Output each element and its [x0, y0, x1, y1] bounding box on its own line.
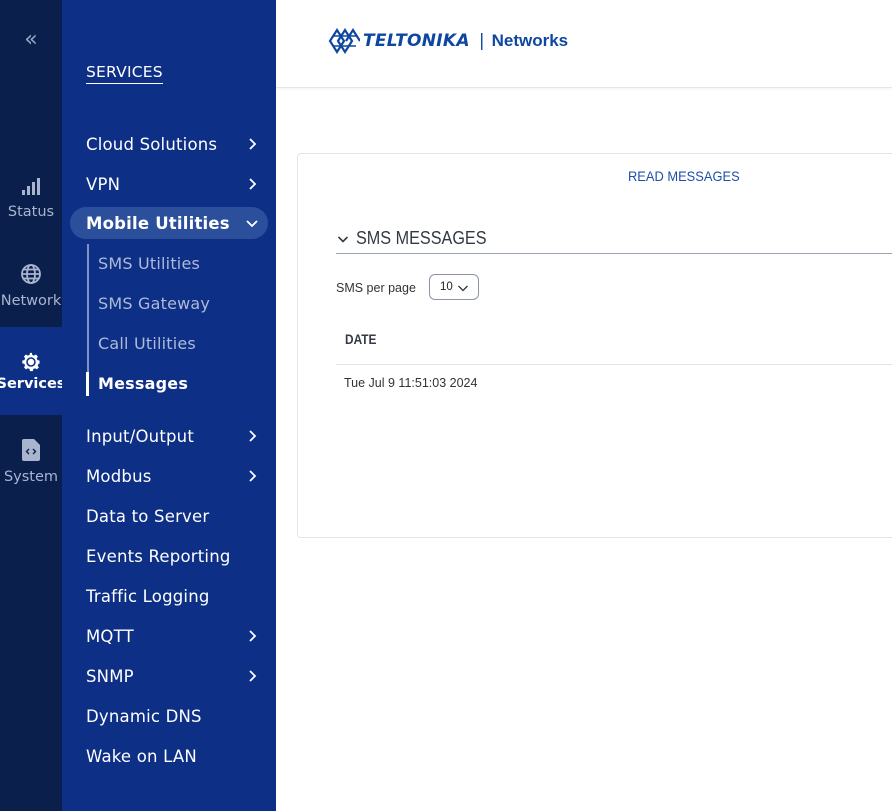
top-header: TELTONIKA | Networks	[276, 0, 892, 88]
menu-item-modbus[interactable]: Modbus	[70, 460, 268, 492]
tab-read-messages[interactable]: READ MESSAGES	[628, 168, 740, 184]
chevron-down-icon	[458, 285, 468, 292]
menu-item-label: SNMP	[86, 666, 134, 686]
rail-item-status[interactable]: Status	[0, 170, 62, 258]
submenu-item-sms-gateway[interactable]: SMS Gateway	[98, 289, 210, 317]
teltonika-logo[interactable]: TELTONIKA | Networks	[328, 26, 568, 56]
menu-item-label: Traffic Logging	[86, 586, 210, 606]
sms-per-page-label: SMS per page	[336, 281, 416, 295]
section-title: SMS MESSAGES	[356, 228, 487, 248]
menu-item-dynamic-dns[interactable]: Dynamic DNS	[70, 700, 268, 732]
file-code-icon	[0, 435, 62, 461]
submenu-item-messages[interactable]: Messages	[98, 369, 188, 397]
chevron-right-icon	[249, 178, 257, 190]
collapse-menu-icon[interactable]: «	[0, 26, 62, 54]
menu-item-data-to-server[interactable]: Data to Server	[70, 500, 268, 532]
side-menu: SERVICES Cloud Solutions VPN Mobile Util…	[62, 0, 276, 811]
chevron-right-icon	[249, 430, 257, 442]
sms-per-page-select[interactable]: 10	[429, 274, 479, 300]
messages-card: READ MESSAGES SMS MESSAGES SMS per page …	[297, 153, 892, 538]
logo-brand-text: TELTONIKA	[363, 31, 470, 51]
menu-item-label: MQTT	[86, 626, 134, 646]
submenu-item-call-utilities[interactable]: Call Utilities	[98, 329, 196, 357]
chevron-down-icon	[246, 220, 258, 228]
gear-icon	[0, 347, 62, 373]
menu-item-label: VPN	[86, 174, 121, 194]
sms-messages-section-header[interactable]: SMS MESSAGES	[336, 224, 892, 254]
submenu-active-indicator	[86, 372, 89, 396]
menu-item-label: Dynamic DNS	[86, 706, 202, 726]
menu-item-label: Cloud Solutions	[86, 134, 218, 154]
logo-separator: |	[478, 31, 485, 51]
logo-sub-text: Networks	[491, 31, 569, 50]
menu-item-mobile-utilities[interactable]: Mobile Utilities	[70, 207, 268, 239]
icon-rail: « Status Network Services System	[0, 0, 65, 811]
globe-icon	[0, 259, 62, 285]
menu-item-label: Mobile Utilities	[86, 213, 230, 233]
signal-bars-icon	[0, 170, 62, 196]
chevron-right-icon	[249, 470, 257, 482]
chevron-down-icon	[337, 235, 349, 243]
table-cell-date: Tue Jul 9 11:51:03 2024	[344, 376, 478, 390]
rail-item-system[interactable]: System	[0, 435, 62, 523]
menu-item-cloud-solutions[interactable]: Cloud Solutions	[70, 128, 268, 160]
menu-item-input-output[interactable]: Input/Output	[70, 420, 268, 452]
menu-item-label: Modbus	[86, 466, 152, 486]
menu-item-events-reporting[interactable]: Events Reporting	[70, 540, 268, 572]
submenu-item-sms-utilities[interactable]: SMS Utilities	[98, 249, 200, 277]
menu-item-snmp[interactable]: SNMP	[70, 660, 268, 692]
select-value: 10	[440, 281, 453, 293]
table-header-divider	[336, 364, 892, 365]
teltonika-logo-mark-icon	[328, 27, 360, 55]
menu-title: SERVICES	[86, 63, 163, 84]
menu-item-label: Data to Server	[86, 506, 210, 526]
menu-item-mqtt[interactable]: MQTT	[70, 620, 268, 652]
menu-item-traffic-logging[interactable]: Traffic Logging	[70, 580, 268, 612]
menu-item-wake-on-lan[interactable]: Wake on LAN	[70, 740, 268, 772]
chevron-right-icon	[249, 138, 257, 150]
table-header-date[interactable]: DATE	[345, 332, 376, 347]
rail-item-services[interactable]: Services	[0, 327, 65, 415]
menu-item-vpn[interactable]: VPN	[70, 168, 268, 200]
menu-item-label: Wake on LAN	[86, 746, 197, 766]
chevron-right-icon	[249, 630, 257, 642]
menu-item-label: Input/Output	[86, 426, 194, 446]
menu-item-label: Events Reporting	[86, 546, 231, 566]
chevron-right-icon	[249, 670, 257, 682]
